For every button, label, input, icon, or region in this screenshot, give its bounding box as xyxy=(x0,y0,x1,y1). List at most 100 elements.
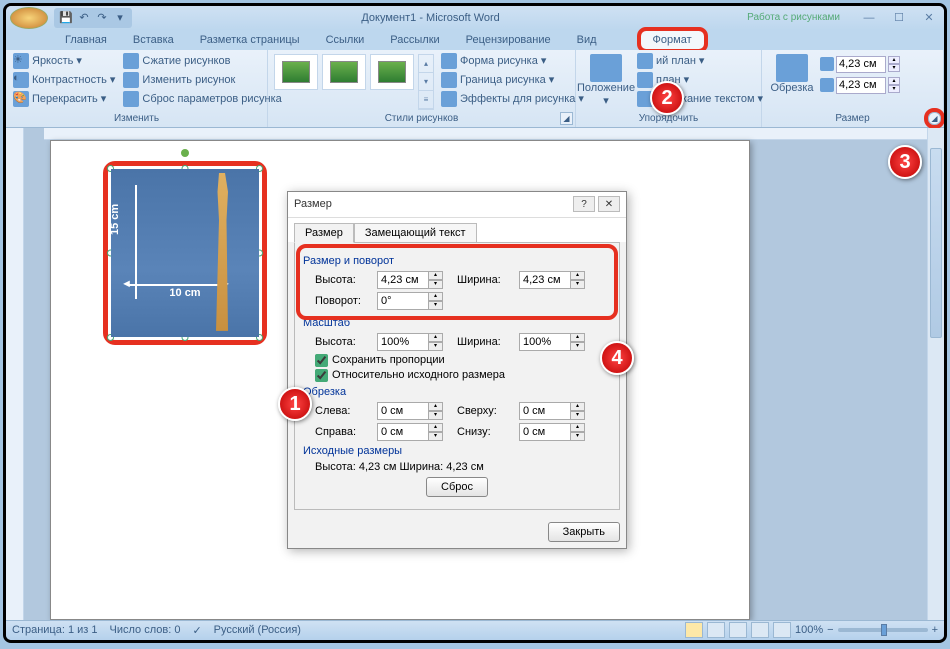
contextual-tab-label: Работа с рисунками xyxy=(729,12,858,23)
ruler-horizontal[interactable] xyxy=(44,128,927,140)
tab-view[interactable]: Вид xyxy=(564,30,610,50)
style-item[interactable] xyxy=(322,54,366,90)
page[interactable]: 15 cm 10 cm Размер ? ✕ Размер xyxy=(50,140,750,620)
view-outline[interactable] xyxy=(751,622,769,638)
picture-border-button[interactable]: Граница рисунка ▾ xyxy=(438,71,587,89)
tab-references[interactable]: Ссылки xyxy=(313,30,378,50)
tab-home[interactable]: Главная xyxy=(52,30,120,50)
office-button[interactable] xyxy=(10,7,48,29)
brightness-icon: ☀ xyxy=(13,53,29,69)
dlg-height-input[interactable]: ▴▾ xyxy=(377,271,443,289)
tab-format[interactable]: Формат xyxy=(640,30,705,50)
shape-icon xyxy=(441,53,457,69)
width-spinner[interactable]: ▴▾ xyxy=(820,77,900,94)
height-input[interactable] xyxy=(836,56,886,73)
dlg-rotation-input[interactable]: ▴▾ xyxy=(377,292,443,310)
dlg-crop-bottom-input[interactable]: ▴▾ xyxy=(519,423,585,441)
relative-original-checkbox[interactable] xyxy=(315,369,328,382)
tab-review[interactable]: Рецензирование xyxy=(453,30,564,50)
style-item[interactable] xyxy=(274,54,318,90)
change-picture-button[interactable]: Изменить рисунок xyxy=(120,71,284,89)
giraffe-image: 15 cm 10 cm xyxy=(111,169,259,337)
crop-button[interactable]: Обрезка xyxy=(766,52,818,96)
styles-launcher[interactable]: ◢ xyxy=(560,112,573,125)
dlg-width-input[interactable]: ▴▾ xyxy=(519,271,585,289)
contrast-button[interactable]: ◐Контрастность ▾ xyxy=(10,71,118,89)
undo-icon[interactable]: ↶ xyxy=(76,10,92,26)
reset-picture-button[interactable]: Сброс параметров рисунка xyxy=(120,90,284,108)
zoom-slider[interactable] xyxy=(838,628,928,632)
width-input[interactable] xyxy=(836,77,886,94)
save-icon[interactable]: 💾 xyxy=(58,10,74,26)
quick-access-toolbar: 💾 ↶ ↷ ▾ xyxy=(54,8,132,28)
language-status[interactable]: Русский (Россия) xyxy=(214,624,301,636)
width-annotation: 10 cm xyxy=(169,287,200,299)
redo-icon[interactable]: ↷ xyxy=(94,10,110,26)
dlg-crop-top-input[interactable]: ▴▾ xyxy=(519,402,585,420)
rotation-handle[interactable] xyxy=(181,149,189,157)
dialog-tab-alt-text[interactable]: Замещающий текст xyxy=(354,223,477,243)
view-print-layout[interactable] xyxy=(685,622,703,638)
tab-page-layout[interactable]: Разметка страницы xyxy=(187,30,313,50)
change-picture-icon xyxy=(123,72,139,88)
dlg-scale-h-input[interactable]: ▴▾ xyxy=(377,333,443,351)
border-icon xyxy=(441,72,457,88)
picture-shape-button[interactable]: Форма рисунка ▾ xyxy=(438,52,587,70)
height-annotation: 15 cm xyxy=(111,204,121,235)
group-adjust: ☀Яркость ▾ ◐Контрастность ▾ 🎨Перекрасить… xyxy=(6,50,268,127)
zoom-knob[interactable] xyxy=(881,624,887,636)
ruler-vertical[interactable] xyxy=(6,128,24,620)
vertical-scrollbar[interactable] xyxy=(927,128,944,620)
annotation-badge-1: 1 xyxy=(278,387,312,421)
document-area: 15 cm 10 cm Размер ? ✕ Размер xyxy=(6,128,944,620)
window-controls: — ☐ ✕ xyxy=(858,10,940,26)
dialog-titlebar[interactable]: Размер ? ✕ xyxy=(288,192,626,218)
styles-gallery[interactable]: ▴▾≡ xyxy=(272,52,436,112)
brightness-button[interactable]: ☀Яркость ▾ xyxy=(10,52,118,70)
dlg-scale-w-input[interactable]: ▴▾ xyxy=(519,333,585,351)
contrast-icon: ◐ xyxy=(13,72,29,88)
picture-effects-button[interactable]: Эффекты для рисунка ▾ xyxy=(438,90,587,108)
tab-insert[interactable]: Вставка xyxy=(120,30,187,50)
tab-mailings[interactable]: Рассылки xyxy=(377,30,452,50)
page-status[interactable]: Страница: 1 из 1 xyxy=(12,624,98,636)
height-spinner[interactable]: ▴▾ xyxy=(820,56,900,73)
minimize-button[interactable]: — xyxy=(858,10,880,26)
size-launcher[interactable]: ◢ xyxy=(928,112,941,125)
compress-button[interactable]: Сжатие рисунков xyxy=(120,52,284,70)
lock-aspect-checkbox[interactable] xyxy=(315,354,328,367)
selected-picture[interactable]: 15 cm 10 cm xyxy=(111,169,259,337)
dialog-close-button[interactable]: ✕ xyxy=(598,196,620,212)
group-size-label: Размер xyxy=(766,112,939,125)
front-icon xyxy=(637,53,653,69)
group-adjust-label: Изменить xyxy=(10,112,263,125)
recolor-icon: 🎨 xyxy=(13,91,29,107)
word-count[interactable]: Число слов: 0 xyxy=(110,624,181,636)
dlg-crop-right-input[interactable]: ▴▾ xyxy=(377,423,443,441)
zoom-in-button[interactable]: + xyxy=(932,624,938,636)
maximize-button[interactable]: ☐ xyxy=(888,10,910,26)
position-button[interactable]: Положение▾ xyxy=(580,52,632,109)
bring-front-button[interactable]: ий план ▾ xyxy=(634,52,766,70)
width-icon xyxy=(820,78,834,92)
dialog-tab-size[interactable]: Размер xyxy=(294,223,354,243)
position-icon xyxy=(590,54,622,82)
reset-button[interactable]: Сброс xyxy=(426,477,488,497)
style-item[interactable] xyxy=(370,54,414,90)
annotation-badge-2: 2 xyxy=(650,81,684,115)
zoom-value[interactable]: 100% xyxy=(795,624,823,636)
recolor-button[interactable]: 🎨Перекрасить ▾ xyxy=(10,90,118,108)
titlebar: 💾 ↶ ↷ ▾ Документ1 - Microsoft Word Работ… xyxy=(6,6,944,30)
close-dialog-button[interactable]: Закрыть xyxy=(548,522,620,542)
gallery-more[interactable]: ▴▾≡ xyxy=(418,54,434,110)
dlg-crop-left-input[interactable]: ▴▾ xyxy=(377,402,443,420)
view-draft[interactable] xyxy=(773,622,791,638)
proofing-icon[interactable]: ✓ xyxy=(192,624,201,637)
scroll-thumb[interactable] xyxy=(930,148,942,338)
view-full-screen[interactable] xyxy=(707,622,725,638)
dialog-help-button[interactable]: ? xyxy=(573,196,595,212)
qat-customize-icon[interactable]: ▾ xyxy=(112,10,128,26)
close-button[interactable]: ✕ xyxy=(918,10,940,26)
zoom-out-button[interactable]: − xyxy=(827,624,833,636)
view-web-layout[interactable] xyxy=(729,622,747,638)
